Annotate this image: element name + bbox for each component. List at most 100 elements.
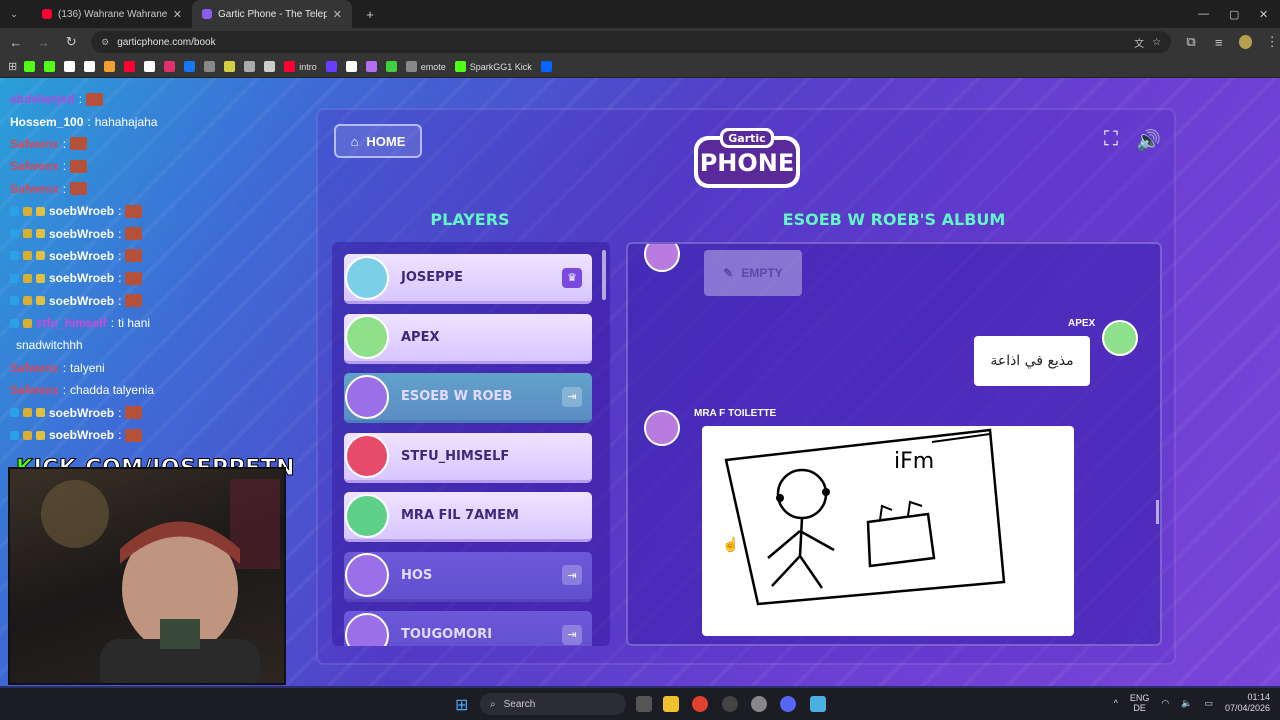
chat-username[interactable]: soebWroeb <box>49 204 114 218</box>
players-scrollbar[interactable] <box>602 250 606 300</box>
bookmark-item[interactable] <box>264 61 276 72</box>
tray-chevron-icon[interactable]: ^ <box>1114 698 1118 708</box>
chat-username[interactable]: Hossem_100 <box>10 115 83 129</box>
chat-separator: : <box>110 316 115 331</box>
bookmark-item[interactable] <box>44 61 56 72</box>
bookmark-item[interactable] <box>385 61 397 72</box>
bookmark-item[interactable] <box>144 61 156 72</box>
bookmark-item[interactable] <box>224 61 236 72</box>
notepad-icon[interactable] <box>810 696 826 712</box>
task-view-icon[interactable] <box>636 696 652 712</box>
bookmark-item[interactable] <box>104 61 116 72</box>
bookmark-star-icon[interactable]: ☆ <box>1152 37 1161 48</box>
site-info-icon[interactable]: ⚙ <box>101 37 109 48</box>
volume-icon[interactable]: 🔊 <box>1136 128 1161 153</box>
browser-tab[interactable]: (136) Wahrane Wahrane - Y ✕ <box>32 0 192 28</box>
chat-username[interactable]: Safwenx <box>10 137 59 151</box>
restore-icon[interactable]: ▢ <box>1229 8 1239 21</box>
bookmark-item[interactable] <box>345 61 357 72</box>
language-indicator[interactable]: ENG DE <box>1130 693 1150 713</box>
bookmark-item[interactable] <box>84 61 96 72</box>
album-scrollbar[interactable] <box>1156 500 1159 524</box>
chat-line: soebWroeb: <box>10 424 300 446</box>
player-card[interactable]: JOSEPPE ♛ <box>344 254 592 304</box>
apps-grid-icon[interactable]: ⊞ <box>8 60 17 73</box>
player-avatar <box>345 315 389 359</box>
url-field[interactable]: ⚙ garticphone.com/book 文 ☆ <box>91 31 1172 53</box>
player-card[interactable]: ESOEB W ROEB ⇥ <box>344 373 592 423</box>
discord-icon[interactable] <box>780 696 796 712</box>
back-icon[interactable]: ← <box>8 35 24 50</box>
player-card[interactable]: STFU_HIMSELF <box>344 432 592 483</box>
apex-avatar <box>1102 320 1138 356</box>
reading-list-icon[interactable]: ≡ <box>1211 35 1227 50</box>
bookmark-icon <box>84 61 96 72</box>
chat-username[interactable]: Safwenx <box>10 383 59 397</box>
player-card[interactable]: APEX <box>344 313 592 364</box>
chat-username[interactable]: soebWroeb <box>49 271 114 285</box>
chat-username[interactable]: Safwenx <box>10 159 59 173</box>
extensions-icon[interactable]: ⧉ <box>1183 34 1199 50</box>
player-card[interactable]: TOUGOMORI ⇥ <box>344 611 592 646</box>
bookmark-item[interactable] <box>164 61 176 72</box>
new-tab-button[interactable]: + <box>362 7 378 22</box>
fullscreen-icon[interactable]: ⛶ <box>1104 128 1118 151</box>
start-button[interactable]: ⊞ <box>455 695 468 715</box>
chat-username[interactable]: abdelwejed <box>10 92 75 106</box>
chat-badge-icon <box>36 229 45 239</box>
battery-icon[interactable]: ▭ <box>1204 698 1213 709</box>
chat-username[interactable]: stfu_himself <box>36 316 107 330</box>
bookmark-item[interactable]: SparkGG1 Kick <box>454 61 532 72</box>
chat-username[interactable]: Safwenx <box>10 182 59 196</box>
apex-text-bubble: مذيع في اذاعة <box>974 336 1090 386</box>
chat-username[interactable]: soebWroeb <box>49 294 114 308</box>
forward-icon[interactable]: → <box>36 35 52 50</box>
menu-icon[interactable]: ⋮ <box>1264 34 1280 50</box>
tab-title: (136) Wahrane Wahrane - Y <box>58 8 167 20</box>
speaker-icon[interactable]: 🔈 <box>1181 698 1192 709</box>
profile-avatar[interactable] <box>1238 35 1253 49</box>
bookmark-item[interactable]: intro <box>284 61 317 72</box>
tab-close-icon[interactable]: ✕ <box>333 8 342 21</box>
chat-separator: : <box>118 271 122 286</box>
wifi-icon[interactable]: ◠ <box>1161 698 1169 709</box>
bookmark-item[interactable] <box>365 61 377 72</box>
bookmark-item[interactable] <box>184 61 196 72</box>
close-window-icon[interactable]: ✕ <box>1259 8 1268 21</box>
bookmark-item[interactable] <box>124 61 136 72</box>
bookmark-item[interactable] <box>540 61 552 72</box>
bookmark-icon <box>385 61 397 72</box>
player-card[interactable]: HOS ⇥ <box>344 551 592 602</box>
bookmark-item[interactable] <box>244 61 256 72</box>
player-card[interactable]: MRA FIL 7AMEM <box>344 492 592 542</box>
chat-separator: : <box>118 405 122 420</box>
chat-username[interactable]: soebWroeb <box>49 249 114 263</box>
bookmark-item[interactable] <box>24 61 36 72</box>
app-icon-1[interactable] <box>722 696 738 712</box>
bookmark-item[interactable]: emote <box>405 61 446 72</box>
home-button[interactable]: ⌂ HOME <box>334 124 422 158</box>
reload-icon[interactable]: ↻ <box>63 34 79 50</box>
chrome-icon[interactable] <box>692 696 708 712</box>
chat-line: snadwitchhh <box>10 334 300 356</box>
file-explorer-icon[interactable] <box>663 696 679 712</box>
tab-list-icon[interactable]: ⌄ <box>6 9 22 20</box>
browser-tab[interactable]: Gartic Phone - The Telephone G ✕ <box>192 0 352 28</box>
chat-username[interactable]: soebWroeb <box>49 406 114 420</box>
player-avatar <box>345 612 389 646</box>
bookmark-item[interactable] <box>204 61 216 72</box>
translate-icon[interactable]: 文 <box>1134 35 1144 50</box>
bookmark-item[interactable] <box>64 61 76 72</box>
player-name: STFU_HIMSELF <box>401 448 510 464</box>
minimize-icon[interactable]: — <box>1198 8 1209 20</box>
chat-username[interactable]: soebWroeb <box>49 428 114 442</box>
clock[interactable]: 01:14 07/04/2026 <box>1225 692 1270 714</box>
taskbar-search[interactable]: ⌕ Search <box>480 693 626 715</box>
tab-close-icon[interactable]: ✕ <box>173 8 182 21</box>
settings-icon[interactable] <box>751 696 767 712</box>
bookmark-item[interactable] <box>325 61 337 72</box>
chat-username[interactable]: Safwenx <box>10 361 59 375</box>
chat-line: Safwenx: <box>10 133 300 155</box>
exit-icon: ⇥ <box>562 624 582 645</box>
chat-username[interactable]: soebWroeb <box>49 227 114 241</box>
